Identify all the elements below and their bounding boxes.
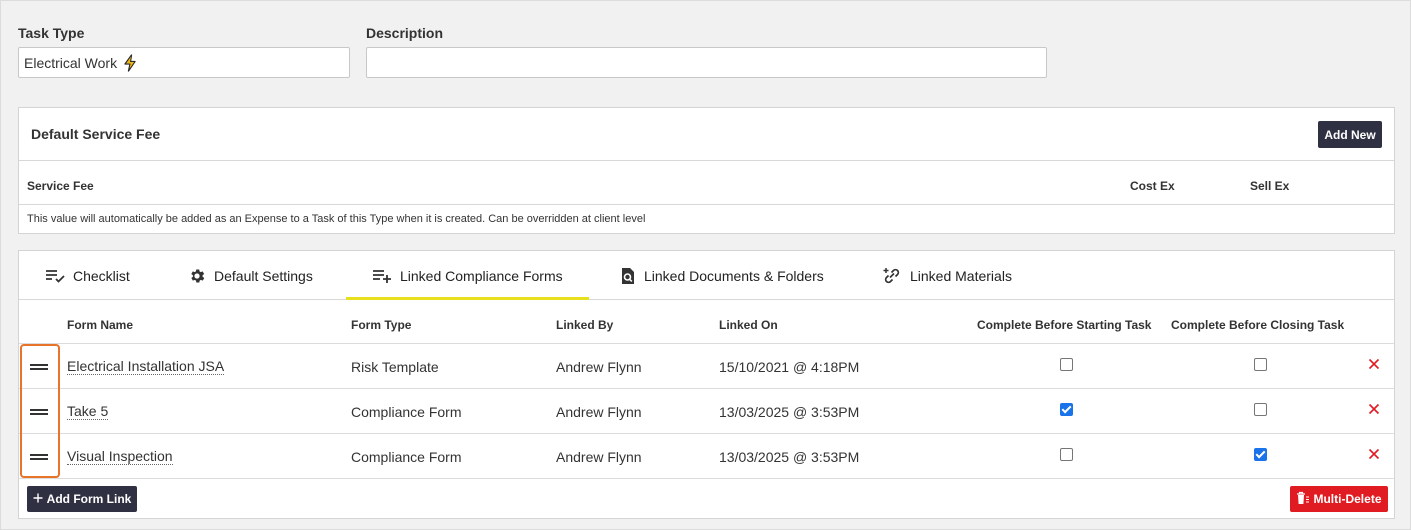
multi-delete-label: Multi-Delete [1313,492,1382,506]
trash-icon [1296,491,1310,508]
tabs-panel: Checklist Default Settings Linked Compli… [18,250,1395,519]
complete-before-closing-checkbox[interactable] [1254,403,1267,416]
multi-delete-button[interactable]: Multi-Delete [1290,486,1388,512]
plus-icon [33,492,43,506]
add-form-link-button[interactable]: Add Form Link [27,486,137,512]
divider [19,160,1394,161]
task-type-input[interactable]: Electrical Work [18,47,350,78]
table-row: Take 5 Compliance Form Andrew Flynn 13/0… [19,388,1394,433]
delete-row-icon[interactable] [1368,448,1380,460]
task-type-label: Task Type [18,25,85,41]
form-name-link[interactable]: Electrical Installation JSA [67,358,225,375]
linked-by-column-header[interactable]: Linked By [556,318,613,332]
complete-before-starting-checkbox[interactable] [1060,403,1073,416]
form-name-link[interactable]: Take 5 [67,403,109,420]
linked-by-cell: Andrew Flynn [556,358,642,375]
form-type-cell: Compliance Form [351,448,462,465]
complete-before-starting-checkbox[interactable] [1060,448,1073,461]
tab-label: Linked Materials [910,267,1012,284]
service-fee-note: This value will automatically be added a… [27,213,646,225]
tab-label: Linked Documents & Folders [644,267,824,284]
document-search-icon [620,267,636,285]
tab-bar: Checklist Default Settings Linked Compli… [19,251,1394,300]
tab-label: Linked Compliance Forms [400,267,563,284]
complete-before-starting-column-header: Complete Before Starting Task [977,318,1152,332]
cost-ex-column-header: Cost Ex [1130,179,1175,193]
gear-icon [188,267,206,285]
tab-label: Default Settings [214,267,313,284]
drag-handle-icon[interactable] [29,389,49,434]
complete-before-starting-checkbox[interactable] [1060,358,1073,371]
tab-checklist[interactable]: Checklist [43,251,132,300]
form-name-link[interactable]: Visual Inspection [67,448,173,465]
tab-default-settings[interactable]: Default Settings [186,251,315,300]
drag-handle-icon[interactable] [29,434,49,479]
divider [19,478,1394,479]
complete-before-closing-column-header: Complete Before Closing Task [1171,318,1345,332]
linked-on-cell: 13/03/2025 @ 3:53PM [719,403,860,420]
delete-row-icon[interactable] [1368,403,1380,415]
complete-before-closing-checkbox[interactable] [1254,358,1267,371]
divider [19,204,1394,205]
linked-by-cell: Andrew Flynn [556,448,642,465]
form-type-column-header[interactable]: Form Type [351,318,411,332]
tab-linked-compliance-forms[interactable]: Linked Compliance Forms [346,251,589,300]
tab-linked-materials[interactable]: Linked Materials [880,251,1014,300]
form-name-column-header[interactable]: Form Name [67,318,133,332]
add-form-link-label: Add Form Link [46,492,132,506]
task-type-value: Electrical Work [24,54,118,71]
tab-linked-documents-folders[interactable]: Linked Documents & Folders [618,251,826,300]
lightning-icon [122,53,138,72]
service-fee-title: Default Service Fee [31,126,161,142]
description-label: Description [366,25,444,41]
description-input[interactable] [366,47,1047,78]
checklist-icon [45,268,65,284]
service-fee-column-header: Service Fee [27,179,94,193]
linked-on-cell: 15/10/2021 @ 4:18PM [719,358,860,375]
form-type-cell: Compliance Form [351,403,462,420]
table-row: Visual Inspection Compliance Form Andrew… [19,433,1394,478]
drag-handle-icon[interactable] [29,344,49,389]
link-add-icon [882,267,902,285]
table-row: Electrical Installation JSA Risk Templat… [19,343,1394,388]
delete-row-icon[interactable] [1368,358,1380,370]
complete-before-closing-checkbox[interactable] [1254,448,1267,461]
add-new-button[interactable]: Add New [1318,121,1382,148]
tab-label: Checklist [73,267,130,284]
linked-on-column-header[interactable]: Linked On [719,318,778,332]
list-add-icon [372,268,392,284]
service-fee-panel: Default Service Fee Add New Service Fee … [18,107,1395,234]
linked-by-cell: Andrew Flynn [556,403,642,420]
sell-ex-column-header: Sell Ex [1250,179,1290,193]
form-type-cell: Risk Template [351,358,439,375]
linked-on-cell: 13/03/2025 @ 3:53PM [719,448,860,465]
